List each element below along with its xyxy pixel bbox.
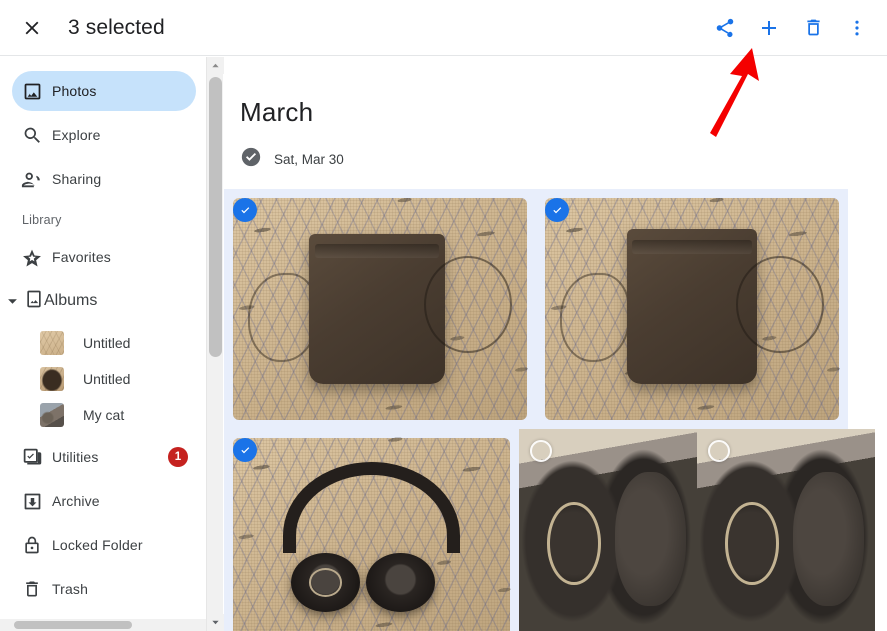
photo-tile-closeup-1[interactable]: [519, 429, 697, 631]
sidebar-item-sharing[interactable]: Sharing: [12, 159, 196, 199]
sidebar-item-archive[interactable]: Archive: [12, 481, 196, 521]
archive-icon: [12, 491, 52, 512]
sidebar-item-label: Locked Folder: [52, 537, 143, 553]
sidebar-item-label: Trash: [52, 581, 89, 597]
horizontal-scrollbar[interactable]: [0, 619, 206, 631]
photo-detail: [365, 552, 436, 613]
photo-detail: [282, 461, 461, 553]
search-icon: [12, 125, 52, 146]
sidebar-item-albums[interactable]: Albums: [0, 281, 196, 321]
photo-checkbox-selected[interactable]: [233, 198, 257, 222]
photo-grid: [224, 189, 887, 631]
page-title: March: [240, 97, 314, 127]
date-group-checkbox[interactable]: [240, 146, 262, 173]
scrollbar-thumb[interactable]: [209, 77, 222, 357]
sidebar-item-photos[interactable]: Photos: [12, 71, 196, 111]
add-button[interactable]: [747, 6, 791, 50]
scroll-down-arrow[interactable]: [207, 614, 224, 631]
photo-detail: [725, 502, 779, 585]
check-icon: [240, 206, 249, 213]
trash-outline-icon: [12, 579, 52, 599]
photo-tile-closeup-2[interactable]: [697, 429, 875, 631]
photo-thumbnail: [233, 438, 510, 631]
album-item-label: My cat: [83, 407, 125, 423]
sidebar-item-label: Explore: [52, 127, 101, 143]
check-icon: [240, 446, 249, 453]
sidebar-item-utilities[interactable]: Utilities 1: [12, 437, 196, 477]
photo-detail: [615, 472, 687, 607]
album-item-my-cat[interactable]: My cat: [12, 397, 196, 433]
photo-checkbox-unselected[interactable]: [708, 440, 730, 462]
utilities-badge: 1: [168, 447, 188, 467]
close-icon: [25, 21, 39, 34]
photo-checkbox-unselected[interactable]: [530, 440, 552, 462]
photo-checkbox-selected[interactable]: [233, 438, 257, 462]
photo-detail: [547, 502, 601, 585]
plus-icon: [762, 20, 776, 35]
photo-grid-area: March Sat, Mar 30: [224, 57, 887, 631]
sidebar-item-trash[interactable]: Trash: [12, 569, 196, 609]
delete-button[interactable]: [791, 6, 835, 50]
photo-detail: [793, 472, 865, 607]
selection-count-label: 3 selected: [68, 15, 165, 39]
photo-tile-pouch-1[interactable]: [224, 189, 536, 429]
sidebar-item-favorites[interactable]: Favorites: [12, 237, 196, 277]
scroll-up-arrow[interactable]: [207, 57, 224, 74]
toolbar-actions: [703, 6, 887, 50]
photo-tile-headphones[interactable]: [224, 429, 519, 631]
more-options-button[interactable]: [835, 6, 879, 50]
photo-icon: [12, 81, 52, 102]
share-button[interactable]: [703, 6, 747, 50]
photo-thumbnail: [545, 198, 839, 420]
trash-icon: [806, 19, 820, 36]
sidebar-item-explore[interactable]: Explore: [12, 115, 196, 155]
check-circle-icon: [241, 147, 261, 167]
sidebar-item-label: Photos: [52, 83, 97, 99]
photo-grid-row: [224, 429, 887, 631]
photo-detail: [247, 273, 319, 363]
people-icon: [12, 168, 52, 190]
sidebar-scrollbar[interactable]: [206, 57, 224, 631]
album-item-untitled-2[interactable]: Untitled: [12, 361, 196, 397]
library-section-label: Library: [22, 213, 62, 227]
album-thumbnail: [40, 403, 64, 427]
photo-thumbnail: [233, 198, 527, 420]
photo-detail: [424, 255, 513, 354]
horizontal-scrollbar-thumb[interactable]: [14, 621, 132, 629]
album-item-untitled-1[interactable]: Untitled: [12, 325, 196, 361]
check-icon: [552, 206, 561, 213]
album-item-label: Untitled: [83, 371, 131, 387]
star-icon: [12, 246, 52, 268]
chevron-down-icon[interactable]: [0, 296, 24, 307]
utilities-icon: [12, 447, 52, 468]
date-group-header: Sat, Mar 30: [224, 128, 887, 173]
share-icon: [716, 18, 734, 37]
sidebar-item-label: Archive: [52, 493, 100, 509]
photo-tile-pouch-2[interactable]: [536, 189, 848, 429]
sidebar-navigation: Photos Explore Sharing Library Favorites…: [0, 57, 206, 631]
sidebar-item-label: Utilities: [52, 449, 99, 465]
date-group-label: Sat, Mar 30: [274, 152, 344, 167]
album-thumbnail: [40, 367, 64, 391]
album-thumbnail: [40, 331, 64, 355]
photo-detail: [559, 273, 631, 363]
close-selection-button[interactable]: [12, 8, 52, 48]
sidebar-item-label: Favorites: [52, 249, 111, 265]
photo-checkbox-selected[interactable]: [545, 198, 569, 222]
more-vert-icon: [855, 20, 859, 35]
lock-icon: [12, 535, 52, 555]
selection-toolbar: 3 selected: [0, 0, 887, 56]
google-photos-app: 3 selected Photos Explore Sharing Librar…: [0, 0, 887, 631]
sidebar-item-label: Sharing: [52, 171, 102, 187]
album-icon: [24, 289, 44, 314]
photo-detail: [291, 552, 361, 613]
sidebar-item-label: Albums: [44, 292, 98, 309]
photo-detail: [736, 255, 825, 354]
photo-grid-row: [224, 189, 887, 429]
sidebar-item-locked-folder[interactable]: Locked Folder: [12, 525, 196, 565]
album-item-label: Untitled: [83, 335, 131, 351]
